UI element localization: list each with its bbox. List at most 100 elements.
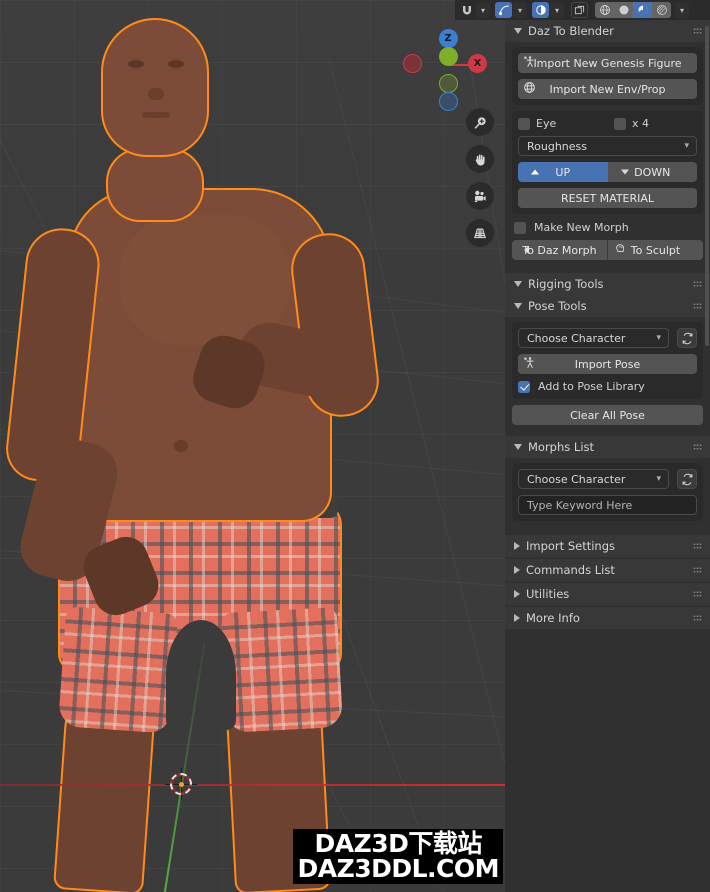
drag-grip-icon[interactable] xyxy=(693,443,702,451)
drag-grip-icon[interactable] xyxy=(693,614,702,622)
chevron-down-icon: ▾ xyxy=(656,333,661,343)
3d-viewport[interactable]: Z X DAZ3D下载站 DAZ3DDL.COM xyxy=(0,0,505,892)
character-mesh[interactable] xyxy=(0,0,505,892)
overlays-toggle-icon[interactable] xyxy=(571,2,588,18)
chevron-down-icon xyxy=(514,28,522,34)
gizmo-axis-y-positive[interactable] xyxy=(438,47,458,66)
shading-material-preview-icon[interactable] xyxy=(633,2,652,18)
button-label: To Daz Morph xyxy=(522,243,597,257)
magnifier-plus-icon[interactable] xyxy=(466,108,494,136)
clear-all-pose-button[interactable]: Clear All Pose xyxy=(512,405,703,425)
up-button[interactable]: UP xyxy=(518,162,608,182)
section-title: Import Settings xyxy=(526,539,615,553)
pose-character-select[interactable]: Choose Character ▾ xyxy=(518,328,669,348)
x4-checkbox[interactable] xyxy=(614,117,626,130)
gizmo-axis-x-positive[interactable]: X xyxy=(468,54,487,73)
reset-material-button[interactable]: RESET MATERIAL xyxy=(518,188,697,208)
gizmo-z-label: Z xyxy=(444,32,452,44)
section-body-pose-tools: Choose Character ▾ Import Pose Add to Po… xyxy=(505,317,710,436)
chevron-right-icon xyxy=(514,614,520,622)
refresh-icon[interactable] xyxy=(677,328,697,348)
to-daz-morph-button[interactable]: To Daz Morph xyxy=(512,240,607,260)
x4-label: x 4 xyxy=(632,117,650,130)
add-to-pose-library-checkbox[interactable] xyxy=(518,380,530,393)
chevron-down-icon[interactable]: ▾ xyxy=(476,2,490,18)
section-body-daz-to-blender: Import New Genesis Figure Import New Env… xyxy=(505,42,710,273)
chevron-down-icon[interactable]: ▾ xyxy=(513,2,527,18)
watermark-line-2: DAZ3DDL.COM xyxy=(297,854,499,883)
chevron-down-icon xyxy=(514,303,522,309)
down-button[interactable]: DOWN xyxy=(607,162,697,182)
morphs-character-row: Choose Character ▾ xyxy=(518,469,697,489)
gizmo-axis-z-negative[interactable] xyxy=(438,92,458,111)
panel-scrollbar[interactable] xyxy=(705,26,709,346)
arrow-down-icon xyxy=(620,169,629,175)
button-label: DOWN xyxy=(634,165,671,179)
sculpt-brain-icon xyxy=(614,242,627,258)
viewport-tool-buttons[interactable] xyxy=(466,108,494,247)
section-header-import-settings[interactable]: Import Settings xyxy=(505,535,710,557)
button-label: Import Pose xyxy=(574,357,641,371)
character-neck xyxy=(108,150,202,220)
eye-checkbox[interactable] xyxy=(518,117,530,130)
drag-grip-icon[interactable] xyxy=(693,542,702,550)
chevron-down-icon[interactable]: ▾ xyxy=(550,2,564,18)
to-sculpt-button[interactable]: To Sculpt xyxy=(608,240,703,260)
grid-perspective-icon[interactable] xyxy=(466,219,494,247)
material-checkbox-row: Eye x 4 xyxy=(518,117,697,130)
morph-keyword-input[interactable]: Type Keyword Here xyxy=(518,495,697,515)
navigation-gizmo[interactable]: Z X xyxy=(403,26,487,111)
chevron-right-icon xyxy=(514,590,520,598)
axis-line-x xyxy=(0,784,505,786)
button-label: Clear All Pose xyxy=(570,408,645,422)
import-new-env-prop-button[interactable]: Import New Env/Prop xyxy=(518,79,697,99)
section-title: Morphs List xyxy=(528,440,595,454)
gizmo-axis-x-negative[interactable] xyxy=(403,54,422,73)
drag-grip-icon[interactable] xyxy=(693,27,702,35)
section-title: Rigging Tools xyxy=(528,277,604,291)
arrow-left-icon xyxy=(524,246,529,254)
chevron-down-icon[interactable]: ▾ xyxy=(675,2,689,18)
drag-grip-icon[interactable] xyxy=(693,566,702,574)
section-body-morphs-list: Choose Character ▾ Type Keyword Here xyxy=(505,458,710,532)
button-label: RESET MATERIAL xyxy=(560,191,655,205)
section-title: Commands List xyxy=(526,563,615,577)
material-property-select[interactable]: Roughness ▾ xyxy=(518,136,697,156)
import-new-genesis-figure-button[interactable]: Import New Genesis Figure xyxy=(518,53,697,73)
section-header-rigging-tools[interactable]: Rigging Tools xyxy=(505,273,710,295)
viewport-header-bar[interactable]: ▾ ▾ ▾ ▾ xyxy=(455,0,710,20)
shading-wireframe-icon[interactable] xyxy=(595,2,614,18)
import-pose-button[interactable]: Import Pose xyxy=(518,354,697,374)
section-header-commands-list[interactable]: Commands List xyxy=(505,559,710,581)
section-header-morphs-list[interactable]: Morphs List xyxy=(505,436,710,458)
blender-window: Z X DAZ3D下载站 DAZ3DDL.COM ▾ ▾ ▾ ▾ Daz To … xyxy=(0,0,710,892)
gizmo-axis-z-positive[interactable]: Z xyxy=(438,29,458,48)
refresh-icon[interactable] xyxy=(677,469,697,489)
section-header-more-info[interactable]: More Info xyxy=(505,607,710,629)
properties-side-panel[interactable]: Daz To Blender Import New Genesis Figure xyxy=(505,20,710,892)
select-value: Choose Character xyxy=(527,472,626,486)
proportional-editing-icon[interactable] xyxy=(495,2,512,18)
up-down-buttons: UP DOWN xyxy=(518,162,697,182)
shading-rendered-icon[interactable] xyxy=(652,2,671,18)
character-right-eye xyxy=(168,60,184,68)
make-new-morph-row: Make New Morph xyxy=(512,221,703,234)
chevron-down-icon xyxy=(514,281,522,287)
magnet-icon[interactable] xyxy=(458,2,475,18)
button-label: UP xyxy=(555,165,571,179)
drag-grip-icon[interactable] xyxy=(693,280,702,288)
make-new-morph-checkbox[interactable] xyxy=(514,221,526,234)
drag-grip-icon[interactable] xyxy=(693,590,702,598)
morphs-character-select[interactable]: Choose Character ▾ xyxy=(518,469,669,489)
shading-solid-icon[interactable] xyxy=(614,2,633,18)
falloff-smooth-icon[interactable] xyxy=(532,2,549,18)
section-header-utilities[interactable]: Utilities xyxy=(505,583,710,605)
section-header-daz-to-blender[interactable]: Daz To Blender xyxy=(505,20,710,42)
drag-grip-icon[interactable] xyxy=(693,302,702,310)
gizmo-axis-y-negative[interactable] xyxy=(438,74,458,93)
import-buttons-box: Import New Genesis Figure Import New Env… xyxy=(512,47,703,105)
camera-icon[interactable] xyxy=(466,182,494,210)
hand-icon[interactable] xyxy=(466,145,494,173)
section-header-pose-tools[interactable]: Pose Tools xyxy=(505,295,710,317)
button-label: To Sculpt xyxy=(630,243,681,257)
